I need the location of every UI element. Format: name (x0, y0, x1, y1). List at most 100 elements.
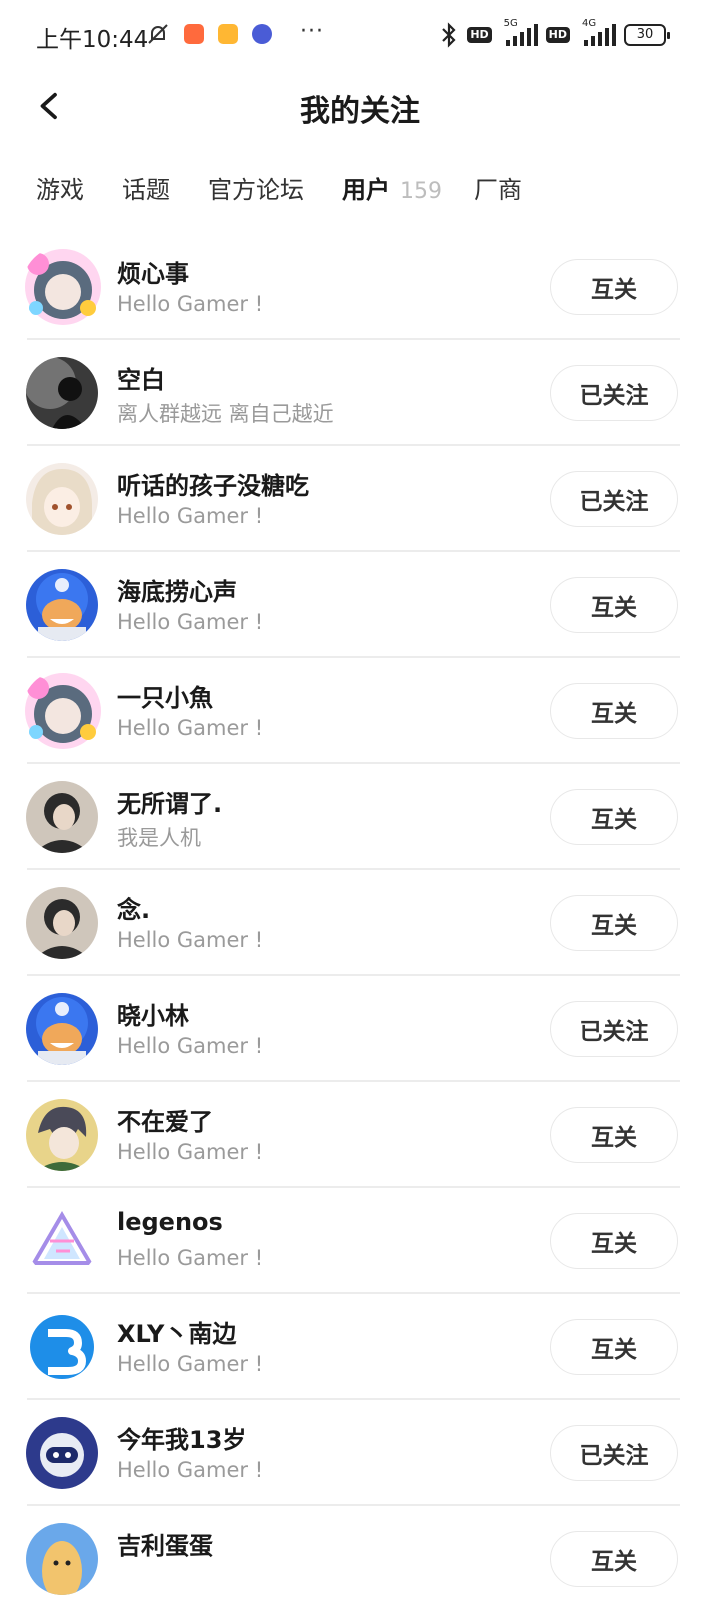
user-name[interactable]: 晓小林 (117, 996, 189, 1031)
follow-status-button[interactable]: 互关 (550, 1213, 678, 1269)
category-tabs: 游戏 话题 官方论坛 用户 159 厂商 (36, 170, 560, 222)
tab-official-forum[interactable]: 官方论坛 (208, 170, 304, 205)
follow-status-button[interactable]: 互关 (550, 683, 678, 739)
tab-users[interactable]: 用户 159 (342, 170, 442, 205)
avatar[interactable] (26, 1311, 98, 1383)
bluetooth-icon (442, 22, 456, 48)
avatar[interactable] (26, 993, 98, 1065)
user-name[interactable]: 空白 (117, 360, 165, 395)
user-row[interactable]: legenos Hello Gamer ! 互关 (0, 1188, 720, 1294)
user-name[interactable]: 一只小魚 (117, 678, 213, 713)
anime-avatar-decorated-frame-icon (25, 673, 101, 749)
mute-bell-icon (148, 24, 168, 44)
blue-letter-logo-avatar-icon (26, 1311, 98, 1383)
tab-vendors[interactable]: 厂商 (474, 170, 522, 205)
user-name[interactable]: 无所谓了. (117, 784, 222, 819)
user-name[interactable]: 海底捞心声 (117, 572, 237, 607)
user-bio: 离人群越远 离自己越近 (117, 402, 334, 426)
tab-users-label: 用户 (342, 176, 390, 204)
user-list: 烦心事 Hello Gamer ! 互关 空白 离人群越远 离自己越近 已关注 听话的孩… (0, 234, 720, 1600)
follow-status-button[interactable]: 已关注 (550, 1001, 678, 1057)
user-name[interactable]: legenos (117, 1208, 223, 1236)
anime-girl-avatar-icon (26, 463, 98, 535)
follow-status-button[interactable]: 已关注 (550, 471, 678, 527)
avatar[interactable] (26, 887, 98, 959)
avatar[interactable] (22, 670, 104, 752)
user-bio: Hello Gamer ! (117, 1034, 264, 1058)
tab-games[interactable]: 游戏 (36, 170, 84, 205)
follow-status-button[interactable]: 已关注 (550, 365, 678, 421)
triangle-logo-avatar-icon (26, 1205, 98, 1277)
follow-status-button[interactable]: 互关 (550, 577, 678, 633)
user-row[interactable]: 念. Hello Gamer ! 互关 (0, 870, 720, 976)
user-row[interactable]: 烦心事 Hello Gamer ! 互关 (0, 234, 720, 340)
user-name[interactable]: 听话的孩子没糖吃 (117, 466, 309, 501)
avatar[interactable] (26, 1523, 98, 1595)
user-row[interactable]: 无所谓了. 我是人机 互关 (0, 764, 720, 870)
more-notifications-icon: ··· (300, 18, 324, 44)
user-bio: Hello Gamer ! (117, 1352, 264, 1376)
user-name[interactable]: 念. (117, 890, 150, 925)
anime-boy-avatar-icon (26, 1099, 98, 1171)
person-photo-avatar-icon (26, 887, 98, 959)
person-photo-avatar-icon (26, 781, 98, 853)
avatar[interactable] (26, 463, 98, 535)
battery-icon: 30 (624, 24, 670, 46)
user-name[interactable]: 吉利蛋蛋 (117, 1526, 213, 1561)
page-title: 我的关注 (300, 94, 420, 129)
network-5g-label: 5G (503, 18, 518, 29)
user-bio: Hello Gamer ! (117, 1458, 264, 1482)
user-bio: 我是人机 (117, 826, 201, 850)
cartoon-egg-avatar-icon (26, 1523, 98, 1595)
signal-4g-icon: 4G (578, 18, 616, 46)
user-row[interactable]: 不在爱了 Hello Gamer ! 互关 (0, 1082, 720, 1188)
follow-status-button[interactable]: 互关 (550, 259, 678, 315)
user-bio: Hello Gamer ! (117, 716, 264, 740)
follow-status-button[interactable]: 已关注 (550, 1425, 678, 1481)
user-row[interactable]: 晓小林 Hello Gamer ! 已关注 (0, 976, 720, 1082)
follow-status-button[interactable]: 互关 (550, 1107, 678, 1163)
user-row[interactable]: 今年我13岁 Hello Gamer ! 已关注 (0, 1400, 720, 1506)
hd-badge-2: HD (545, 27, 570, 43)
tieba-app-icon (252, 24, 272, 44)
avatar[interactable] (26, 1205, 98, 1277)
follow-status-button[interactable]: 互关 (550, 789, 678, 845)
avatar[interactable] (26, 781, 98, 853)
user-bio: Hello Gamer ! (117, 1140, 264, 1164)
notification-icons: ··· (146, 18, 324, 46)
avatar[interactable] (26, 569, 98, 641)
tab-topics[interactable]: 话题 (122, 170, 170, 205)
user-row[interactable]: 吉利蛋蛋 互关 (0, 1506, 720, 1600)
avatar[interactable] (22, 246, 104, 328)
avatar[interactable] (26, 1099, 98, 1171)
follow-status-button[interactable]: 互关 (550, 895, 678, 951)
message-app-icon (218, 24, 238, 44)
user-row[interactable]: XLY丶南边 Hello Gamer ! 互关 (0, 1294, 720, 1400)
user-row[interactable]: 空白离人群越远 离自己越近 已关注 (0, 340, 720, 446)
tab-users-count: 159 (400, 179, 442, 204)
status-time: 上午10:44 (36, 27, 149, 53)
user-bio: Hello Gamer ! (117, 504, 264, 528)
robot-avatar-icon (26, 1417, 98, 1489)
user-name[interactable]: 不在爱了 (117, 1102, 213, 1137)
user-row[interactable]: 海底捞心声 Hello Gamer ! 互关 (0, 552, 720, 658)
status-bar: 上午10:44 ··· HD 5G HD 4G 30 (0, 0, 720, 72)
user-name[interactable]: 今年我13岁 (117, 1420, 246, 1455)
user-name[interactable]: 烦心事 (117, 254, 189, 289)
shopping-app-icon (184, 24, 204, 44)
network-4g-label: 4G (582, 18, 597, 29)
app-header: 我的关注 (0, 72, 720, 142)
follow-status-button[interactable]: 互关 (550, 1531, 678, 1587)
user-row[interactable]: 听话的孩子没糖吃 Hello Gamer ! 已关注 (0, 446, 720, 552)
user-bio: Hello Gamer ! (117, 928, 264, 952)
user-name[interactable]: XLY丶南边 (117, 1314, 236, 1349)
user-row[interactable]: 一只小魚 Hello Gamer ! 互关 (0, 658, 720, 764)
avatar[interactable] (26, 1417, 98, 1489)
default-blue-mascot-avatar-icon (26, 993, 98, 1065)
user-bio: Hello Gamer ! (117, 1246, 264, 1270)
user-bio: Hello Gamer ! (117, 610, 264, 634)
avatar[interactable] (26, 357, 98, 429)
follow-status-button[interactable]: 互关 (550, 1319, 678, 1375)
anime-avatar-decorated-frame-icon (25, 249, 101, 325)
dark-silhouette-avatar-icon (26, 357, 98, 429)
